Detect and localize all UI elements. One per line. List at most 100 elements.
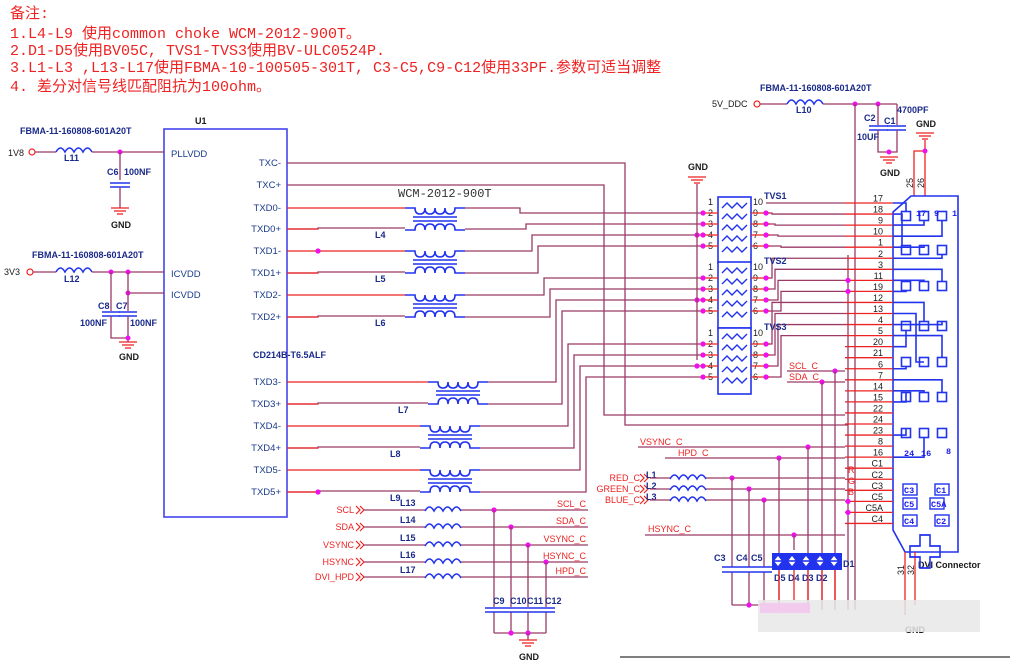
ddc-inductor-ref: L17 bbox=[400, 565, 416, 575]
note-line-2: 2.D1-D5使用BV05C, TVS1-TVS3使用BV-ULC0524P. bbox=[10, 42, 385, 60]
port-arrow-icon bbox=[355, 505, 365, 515]
conn-pin-5: 5 bbox=[878, 326, 883, 336]
rgb-letter: G bbox=[848, 476, 855, 486]
inductor-l12-ref: L12 bbox=[64, 274, 80, 284]
conn-pin-2: 2 bbox=[878, 249, 883, 259]
conn-pin-16: 16 bbox=[873, 448, 883, 458]
net-3v3: 3V3 bbox=[4, 267, 20, 277]
ddc-inductor-ref: L15 bbox=[400, 533, 416, 543]
gnd-tvs-label: GND bbox=[688, 162, 709, 172]
conn-pin-c5: C5 bbox=[871, 492, 883, 502]
tvs-arrays: TVS11 102 93 84 75 6TVS21 102 93 84 75 6TVS31 102 93… bbox=[694, 191, 787, 395]
conn-analog-label: C3 bbox=[904, 486, 914, 496]
rgb-input-label: GREEN_C bbox=[596, 484, 640, 494]
diode-ref: D5 bbox=[774, 573, 786, 583]
junction-dot bbox=[700, 297, 706, 303]
conn-inner-label: 17 bbox=[916, 209, 926, 219]
conn-pin-6: 6 bbox=[878, 359, 883, 369]
u1-pin-txd5n: TXD5- bbox=[254, 465, 281, 476]
ddc-input-label: SDA bbox=[335, 522, 354, 532]
ddc-inductor-ref: L14 bbox=[400, 515, 416, 525]
choke-l7: L7 bbox=[398, 381, 489, 415]
conn-contact bbox=[900, 210, 912, 222]
mid-label-hpd: HPD_C bbox=[678, 448, 709, 458]
tvs-right-pin: 10 bbox=[753, 197, 763, 207]
ferrite-l11-part: FBMA-11-160808-601A20T bbox=[20, 126, 132, 136]
u1-pin-txd3n: TXD3- bbox=[254, 377, 281, 388]
rgb-letter: B bbox=[848, 487, 854, 497]
inductor-l10-ref: L10 bbox=[796, 105, 812, 115]
port-arrow-icon bbox=[355, 522, 365, 532]
choke-l4: L4 bbox=[375, 207, 466, 240]
u1-ref: U1 bbox=[195, 116, 207, 126]
ddc-input-label: DVI_HPD bbox=[315, 572, 355, 582]
mid-label-hsync: HSYNC_C bbox=[648, 524, 692, 534]
u1-pin-txd5p: TXD5+ bbox=[251, 487, 281, 498]
ddc-cap-ref: C12 bbox=[545, 596, 562, 606]
cap-c8-ref: C8 bbox=[98, 301, 110, 311]
conn-pin-7: 7 bbox=[878, 370, 883, 380]
u1-pin-txd2n: TXD2- bbox=[254, 290, 281, 301]
junction-dot bbox=[845, 509, 851, 515]
junction-dot bbox=[763, 363, 769, 369]
schematic-canvas: 备注: 1.L4-L9 使用common choke WCM-2012-900T… bbox=[4, 5, 1010, 662]
choke-icon bbox=[404, 294, 466, 318]
u1-pin-icvdd-2: ICVDD bbox=[171, 290, 201, 301]
choke-l6: L6 bbox=[375, 294, 466, 328]
gnd-tvs-icon bbox=[687, 176, 707, 184]
choke-l5: L5 bbox=[375, 250, 466, 284]
conn-pin-14: 14 bbox=[873, 381, 883, 391]
note-line-1: 1.L4-L9 使用common choke WCM-2012-900T。 bbox=[10, 25, 361, 43]
gnd-c7-label: GND bbox=[119, 352, 140, 362]
cap-c7-value: 100NF bbox=[130, 318, 158, 328]
conn-pin-15: 15 bbox=[873, 392, 883, 402]
conn-analog-label: C5A bbox=[931, 500, 947, 510]
gnd-c1-label: GND bbox=[880, 168, 901, 178]
inductor-icon bbox=[424, 573, 462, 579]
cap-c1-ref: C1 bbox=[884, 116, 896, 126]
port-arrow-icon bbox=[355, 557, 365, 567]
ddc-output-label: SCL_C bbox=[557, 499, 587, 509]
tvs-1: TVS11 102 93 84 75 6 bbox=[694, 191, 787, 264]
ddc-inductor-ref: L16 bbox=[400, 550, 416, 560]
conn-inner-label: 16 bbox=[921, 449, 931, 459]
common-mode-chokes: L4 L5 L6 L7 L8 L9 bbox=[375, 207, 489, 503]
conn-contact bbox=[900, 320, 912, 332]
ddc-output-label: VSYNC_C bbox=[543, 534, 586, 544]
junction-dot bbox=[700, 341, 706, 347]
power-1v8-section: FBMA-11-160808-601A20T 1V8 L11 C6 100NF … bbox=[8, 126, 164, 230]
u1-pin-txd2p: TXD2+ bbox=[251, 312, 281, 323]
gnd-c6-label: GND bbox=[111, 220, 132, 230]
inductor-icon bbox=[424, 558, 462, 564]
ddc-cap-ref: C10 bbox=[510, 596, 527, 606]
gnd-c6-icon bbox=[110, 207, 130, 215]
ddc-line-vsync: VSYNC L15 VSYNC_C bbox=[323, 533, 588, 550]
choke-ref: L4 bbox=[375, 230, 386, 240]
mid-label-scl: SCL_C bbox=[789, 361, 819, 371]
conn-pin-c2: C2 bbox=[871, 470, 883, 480]
choke-part-label: WCM-2012-900T bbox=[398, 187, 492, 201]
choke-ref: L7 bbox=[398, 405, 409, 415]
junction-dot bbox=[763, 232, 769, 238]
ddc-output-label: SDA_C bbox=[556, 516, 587, 526]
inductor-l12-icon bbox=[55, 267, 93, 273]
ddc-output-label: HPD_C bbox=[555, 566, 586, 576]
conn-pin-18: 18 bbox=[873, 205, 883, 215]
tvs-left-pin: 1 bbox=[708, 328, 713, 338]
junction-dot bbox=[700, 286, 706, 292]
junction-dot bbox=[700, 275, 706, 281]
ddc-input-label: SCL bbox=[336, 505, 354, 515]
notes-title: 备注: bbox=[10, 5, 49, 23]
conn-pin-21: 21 bbox=[873, 348, 883, 358]
junction-dot bbox=[700, 232, 706, 238]
ddc-input-label: HSYNC bbox=[322, 557, 354, 567]
junction-dot bbox=[845, 288, 851, 294]
junction-dot bbox=[845, 498, 851, 504]
conn-contact bbox=[918, 427, 930, 439]
conn-pin-23: 23 bbox=[873, 426, 883, 436]
conn-contact bbox=[918, 391, 930, 403]
gnd-c7-icon bbox=[118, 341, 138, 349]
conn-pin-31: 31 bbox=[896, 565, 906, 575]
choke-ref: L6 bbox=[375, 318, 386, 328]
port-arrow-icon bbox=[355, 540, 365, 550]
